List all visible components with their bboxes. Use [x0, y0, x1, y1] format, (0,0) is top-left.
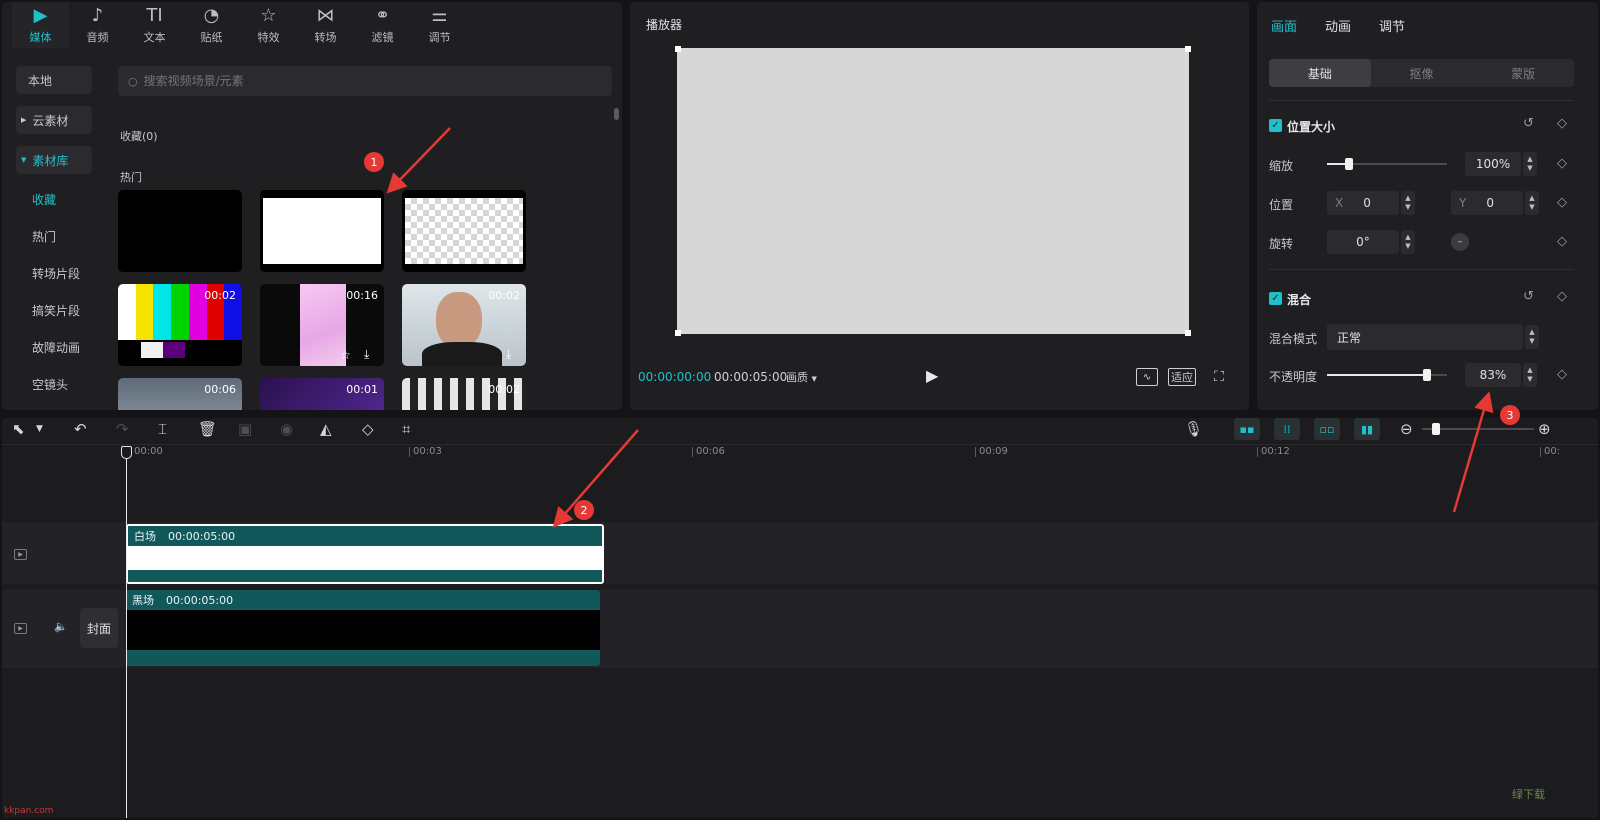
arrow-2 — [552, 429, 639, 528]
arrow-3 — [1452, 391, 1494, 513]
arrow-1 — [386, 127, 451, 194]
annotation-arrows — [386, 127, 1494, 528]
annotation-marker-3: 3 — [1500, 405, 1520, 425]
